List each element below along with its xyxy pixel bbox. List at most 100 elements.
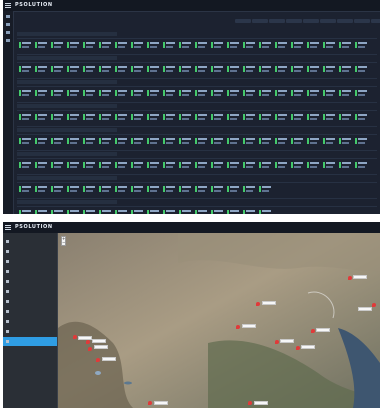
device-cell[interactable] <box>193 185 208 196</box>
map-marker-icon[interactable] <box>372 303 376 307</box>
device-cell[interactable] <box>81 185 96 196</box>
device-cell[interactable] <box>129 65 144 76</box>
device-cell[interactable] <box>225 185 240 196</box>
device-cell[interactable] <box>321 113 336 124</box>
device-cell[interactable] <box>337 113 352 124</box>
device-cell[interactable] <box>33 209 48 214</box>
device-cell[interactable] <box>241 113 256 124</box>
device-cell[interactable] <box>193 161 208 172</box>
device-cell[interactable] <box>193 209 208 214</box>
device-cell[interactable] <box>97 113 112 124</box>
device-cell[interactable] <box>65 113 80 124</box>
rail-list-icon[interactable] <box>6 23 10 26</box>
device-cell[interactable] <box>353 89 368 100</box>
device-cell[interactable] <box>65 89 80 100</box>
device-cell[interactable] <box>113 89 128 100</box>
map-marker-icon[interactable] <box>256 302 260 306</box>
device-cell[interactable] <box>17 209 32 214</box>
device-cell[interactable] <box>161 89 176 100</box>
map-marker-label[interactable] <box>92 339 106 343</box>
device-cell[interactable] <box>129 209 144 214</box>
device-cell[interactable] <box>337 89 352 100</box>
filter-chip[interactable] <box>235 19 251 23</box>
device-cell[interactable] <box>241 65 256 76</box>
map-view[interactable]: + − <box>58 233 380 408</box>
device-cell[interactable] <box>161 185 176 196</box>
device-cell[interactable] <box>289 161 304 172</box>
device-cell[interactable] <box>97 161 112 172</box>
sidebar-item[interactable] <box>3 287 57 296</box>
device-cell[interactable] <box>241 89 256 100</box>
filter-chip[interactable] <box>337 19 353 23</box>
device-cell[interactable] <box>33 137 48 148</box>
map-marker-label[interactable] <box>242 324 256 328</box>
device-cell[interactable] <box>129 185 144 196</box>
filter-chip[interactable] <box>252 19 268 23</box>
device-cell[interactable] <box>81 137 96 148</box>
device-cell[interactable] <box>193 89 208 100</box>
zoom-control[interactable]: + − <box>61 236 66 246</box>
device-cell[interactable] <box>33 185 48 196</box>
menu-icon[interactable] <box>5 225 11 230</box>
device-cell[interactable] <box>305 41 320 52</box>
sidebar-item[interactable] <box>3 327 57 336</box>
device-cell[interactable] <box>241 161 256 172</box>
device-cell[interactable] <box>161 41 176 52</box>
filter-chip[interactable] <box>286 19 302 23</box>
sidebar-item[interactable] <box>3 257 57 266</box>
device-cell[interactable] <box>177 65 192 76</box>
map-marker-label[interactable] <box>94 345 108 349</box>
device-cell[interactable] <box>225 209 240 214</box>
map-marker-icon[interactable] <box>73 335 77 339</box>
device-cell[interactable] <box>65 185 80 196</box>
device-cell[interactable] <box>209 161 224 172</box>
zoom-out-button[interactable]: − <box>62 240 65 245</box>
device-cell[interactable] <box>225 161 240 172</box>
device-cell[interactable] <box>337 41 352 52</box>
device-cell[interactable] <box>177 137 192 148</box>
device-cell[interactable] <box>33 65 48 76</box>
filter-chip[interactable] <box>269 19 285 23</box>
device-cell[interactable] <box>241 209 256 214</box>
device-cell[interactable] <box>81 65 96 76</box>
device-cell[interactable] <box>145 185 160 196</box>
device-cell[interactable] <box>193 137 208 148</box>
filter-chip[interactable] <box>303 19 319 23</box>
map-marker-icon[interactable] <box>348 276 352 280</box>
device-cell[interactable] <box>33 41 48 52</box>
device-cell[interactable] <box>257 113 272 124</box>
device-cell[interactable] <box>257 41 272 52</box>
device-cell[interactable] <box>241 185 256 196</box>
device-cell[interactable] <box>241 137 256 148</box>
device-cell[interactable] <box>81 41 96 52</box>
device-cell[interactable] <box>97 209 112 214</box>
device-cell[interactable] <box>209 41 224 52</box>
device-cell[interactable] <box>225 89 240 100</box>
device-cell[interactable] <box>177 113 192 124</box>
device-cell[interactable] <box>17 65 32 76</box>
device-cell[interactable] <box>17 41 32 52</box>
device-cell[interactable] <box>49 89 64 100</box>
device-cell[interactable] <box>305 89 320 100</box>
device-cell[interactable] <box>209 137 224 148</box>
device-cell[interactable] <box>193 65 208 76</box>
rail-map-icon[interactable] <box>6 31 10 34</box>
device-cell[interactable] <box>305 65 320 76</box>
device-cell[interactable] <box>113 185 128 196</box>
map-marker-icon[interactable] <box>311 329 315 333</box>
map-marker-icon[interactable] <box>96 358 100 362</box>
device-cell[interactable] <box>129 113 144 124</box>
device-cell[interactable] <box>97 137 112 148</box>
device-cell[interactable] <box>225 41 240 52</box>
device-cell[interactable] <box>289 41 304 52</box>
device-cell[interactable] <box>257 185 272 196</box>
map-marker-icon[interactable] <box>86 340 90 344</box>
device-cell[interactable] <box>161 161 176 172</box>
map-marker-icon[interactable] <box>296 346 300 350</box>
device-cell[interactable] <box>97 185 112 196</box>
device-cell[interactable] <box>145 41 160 52</box>
device-cell[interactable] <box>49 113 64 124</box>
device-cell[interactable] <box>353 41 368 52</box>
device-cell[interactable] <box>257 89 272 100</box>
device-cell[interactable] <box>209 185 224 196</box>
